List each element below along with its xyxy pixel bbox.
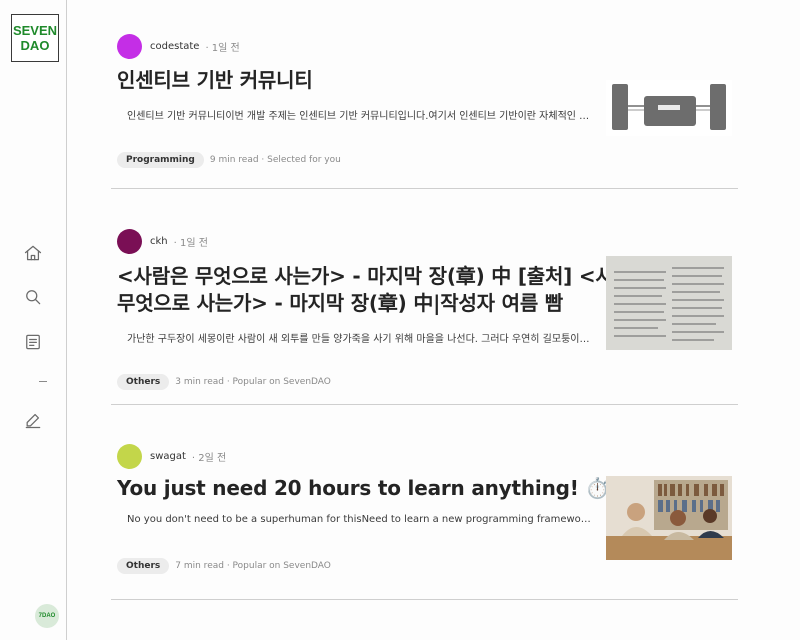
post-date: · 1일 전 (173, 237, 208, 249)
read-time: 7 min read · Popular on SevenDAO (175, 561, 331, 571)
author-name[interactable]: codestate (150, 41, 199, 52)
post-title[interactable]: 인센티브 기반 커뮤니티 (117, 65, 313, 95)
post-tag[interactable]: Others (117, 558, 170, 574)
logo-text-line2: DAO (20, 38, 50, 53)
post-date: · 1일 전 (205, 42, 240, 54)
read-time: 3 min read · Popular on SevenDAO (175, 377, 331, 387)
post-thumbnail[interactable] (606, 476, 732, 560)
post-excerpt[interactable]: 인센티브 기반 커뮤니티이번 개발 주제는 인센티브 기반 커뮤니티입니다.여기… (127, 107, 591, 122)
post-excerpt[interactable]: No you don't need to be a superhuman for… (127, 514, 591, 525)
sevendao-logo[interactable]: SEVEN DAO (11, 14, 59, 62)
author-row: ckh · 1일 전 (117, 228, 208, 254)
post-separator (111, 599, 738, 600)
document-icon[interactable] (22, 331, 44, 353)
post-tag[interactable]: Programming (117, 152, 204, 168)
read-time: 9 min read · Selected for you (209, 155, 341, 165)
author-avatar[interactable] (117, 33, 142, 59)
sidebar-divider (39, 381, 47, 382)
post-separator (111, 188, 738, 189)
post-title[interactable]: You just need 20 hours to learn anything… (117, 473, 610, 503)
search-icon[interactable] (22, 286, 44, 308)
author-avatar[interactable] (117, 443, 142, 469)
post-title-line2[interactable]: 무엇으로 사는가> - 마지막 장(章) 中|작성자 여름 빰 (117, 288, 563, 318)
home-icon[interactable] (22, 242, 44, 264)
post-tag[interactable]: Others (117, 374, 170, 390)
author-row: codestate · 1일 전 (117, 33, 240, 59)
sidebar: SEVEN DAO 7DAO (0, 0, 67, 640)
post-title-line1[interactable]: <사람은 무엇으로 사는가> - 마지막 장(章) 中 [출처] <사람은 (117, 261, 650, 291)
post-excerpt[interactable]: 가난한 구두장이 세몽이란 사람이 새 외투를 만들 양가죽을 사기 위해 마을… (127, 330, 591, 345)
post-meta: Others 3 min read · Popular on SevenDAO (117, 373, 331, 391)
author-row: swagat · 2일 전 (117, 443, 226, 469)
author-name[interactable]: swagat (150, 451, 186, 462)
post-meta: Programming 9 min read · Selected for yo… (117, 151, 341, 169)
post-meta: Others 7 min read · Popular on SevenDAO (117, 557, 331, 575)
author-name[interactable]: ckh (150, 236, 168, 247)
author-avatar[interactable] (117, 228, 142, 254)
logo-text-line1: SEVEN (12, 23, 58, 38)
post-thumbnail[interactable] (606, 80, 732, 136)
user-avatar[interactable]: 7DAO (35, 604, 59, 628)
edit-icon[interactable] (22, 409, 44, 431)
post-date: · 2일 전 (191, 452, 227, 464)
post-separator (111, 404, 738, 405)
post-thumbnail[interactable] (606, 256, 732, 350)
